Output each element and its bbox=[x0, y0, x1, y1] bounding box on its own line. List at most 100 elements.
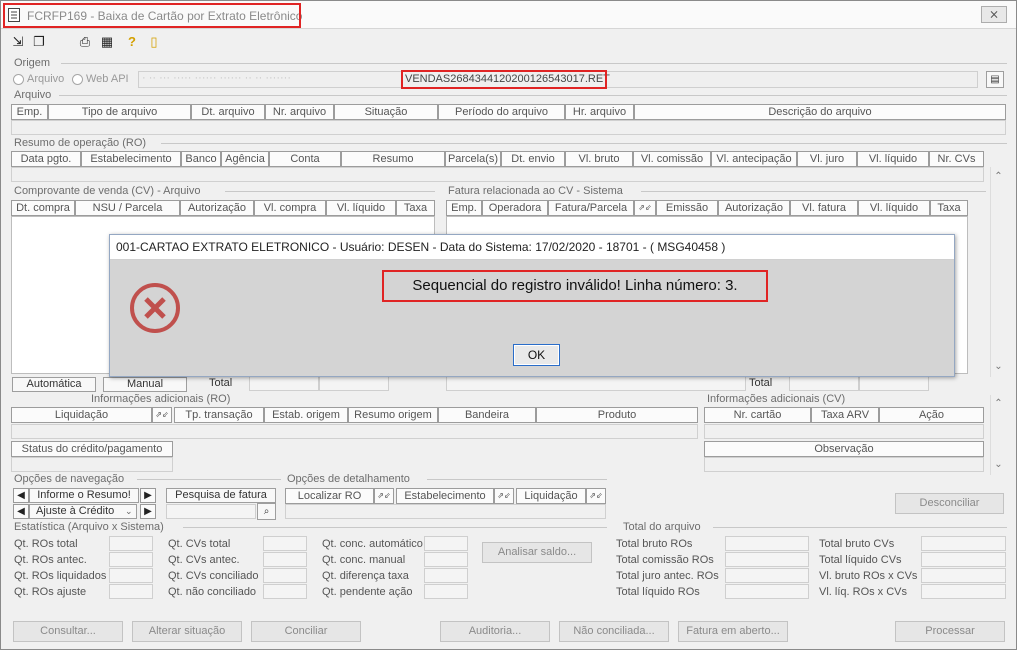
exit-door-icon[interactable]: ▯ bbox=[147, 35, 161, 49]
ro-col-data: Data pgto. bbox=[11, 151, 81, 167]
fatura-col-parcela: Fatura/Parcela bbox=[548, 200, 634, 216]
ro-col-conta: Conta bbox=[269, 151, 341, 167]
ajuste-select[interactable]: Ajuste à Crédito bbox=[29, 504, 137, 519]
ro-col-bruto: Vl. bruto bbox=[565, 151, 633, 167]
browse-file-icon[interactable]: ▤ bbox=[986, 71, 1004, 88]
ajuste-next-icon[interactable]: ▶ bbox=[140, 504, 156, 519]
chevron-down-icon[interactable]: ⌄ bbox=[125, 506, 133, 517]
grid-scrollbar[interactable] bbox=[990, 167, 1007, 377]
cv-col-dtcompra: Dt. compra bbox=[11, 200, 75, 216]
fatura-col-autorizacao: Autorização bbox=[718, 200, 790, 216]
info-ro-col-liquidacao: Liquidação bbox=[11, 407, 152, 423]
informe-resumo-field[interactable]: Informe o Resumo! bbox=[29, 488, 139, 503]
arquivo-row[interactable] bbox=[11, 120, 1006, 135]
nav-prev-icon[interactable]: ◀ bbox=[13, 488, 29, 503]
estab-sort-icon[interactable]: ⇗⇙ bbox=[494, 488, 514, 504]
total-c1-0: Total bruto ROs bbox=[616, 538, 693, 550]
print-icon[interactable]: ⎙ bbox=[78, 35, 92, 49]
copy-icon[interactable]: ❐ bbox=[32, 35, 46, 49]
ro-col-liquido: Vl. líquido bbox=[857, 151, 929, 167]
radio-arquivo[interactable] bbox=[13, 74, 24, 85]
info-cv-col-taxa: Taxa ARV bbox=[811, 407, 879, 423]
cv-col-taxa: Taxa bbox=[396, 200, 435, 216]
total-c1-2-value bbox=[725, 568, 809, 583]
info-cv-label: Informações adicionais (CV) bbox=[707, 393, 846, 405]
fatura-total-label: Total bbox=[749, 377, 773, 389]
ro-row[interactable] bbox=[11, 167, 984, 182]
info-cv-row[interactable] bbox=[704, 424, 984, 439]
total-c1-1: Total comissão ROs bbox=[616, 554, 714, 566]
search-icon[interactable]: ⌕ bbox=[257, 503, 276, 520]
manual-button[interactable]: Manual bbox=[103, 377, 187, 392]
cv-col-nsu: NSU / Parcela bbox=[75, 200, 180, 216]
cv-label: Comprovante de venda (CV) - Arquivo bbox=[14, 185, 201, 197]
localizar-sort-icon[interactable]: ⇗⇙ bbox=[374, 488, 394, 504]
fatura-total-fatura bbox=[789, 376, 859, 391]
estat-c1-2-value bbox=[109, 568, 153, 583]
estat-c1-1: Qt. ROs antec. bbox=[14, 554, 87, 566]
arquivo-col-tipo: Tipo de arquivo bbox=[48, 104, 191, 120]
detalhe-sort-icon[interactable]: ⇗⇙ bbox=[586, 488, 606, 504]
nav-label: Opções de navegação bbox=[14, 473, 125, 485]
observacao-value bbox=[704, 457, 984, 472]
estat-c2-3-value bbox=[263, 584, 307, 599]
scroll-down-icon[interactable]: ⌄ bbox=[991, 361, 1006, 372]
title-highlight bbox=[3, 3, 301, 28]
cv-total-label: Total bbox=[209, 377, 233, 389]
fatura-col-vlfatura: Vl. fatura bbox=[790, 200, 858, 216]
ro-col-nrcvs: Nr. CVs bbox=[929, 151, 984, 167]
estat-c3-1: Qt. conc. manual bbox=[322, 554, 406, 566]
estat-c1-1-value bbox=[109, 552, 153, 567]
conciliar-button[interactable]: Conciliar bbox=[251, 621, 361, 642]
total-c1-1-value bbox=[725, 552, 809, 567]
estat-c3-3-value bbox=[424, 584, 468, 599]
analisar-saldo-button[interactable]: Analisar saldo... bbox=[482, 542, 592, 563]
info-scroll-down-icon[interactable]: ⌄ bbox=[991, 459, 1006, 470]
pesquisa-fatura-button[interactable]: Pesquisa de fatura bbox=[166, 488, 276, 503]
nav-next-icon[interactable]: ▶ bbox=[140, 488, 156, 503]
estat-c3-2-value bbox=[424, 568, 468, 583]
fatura-col-vlliquido: Vl. líquido bbox=[858, 200, 930, 216]
fatura-sort-icon[interactable]: ⇗⇙ bbox=[634, 200, 656, 216]
ro-col-parcelas: Parcela(s) bbox=[445, 151, 501, 167]
ajuste-prev-icon[interactable]: ◀ bbox=[13, 504, 29, 519]
detalhe-row[interactable] bbox=[285, 504, 606, 519]
close-button[interactable]: ⨯ bbox=[981, 6, 1007, 23]
ro-col-juro: Vl. juro bbox=[797, 151, 857, 167]
detalhe-col-localizar: Localizar RO bbox=[285, 488, 374, 504]
nao-conciliada-button[interactable]: Não conciliada... bbox=[559, 621, 669, 642]
arrow-in-icon[interactable]: ⇲ bbox=[11, 35, 25, 49]
fatura-aberto-button[interactable]: Fatura em aberto... bbox=[678, 621, 788, 642]
estat-c1-2: Qt. ROs liquidados bbox=[14, 570, 107, 582]
ok-button[interactable]: OK bbox=[513, 344, 560, 366]
status-credito-header: Status do crédito/pagamento bbox=[11, 441, 173, 457]
help-icon[interactable]: ? bbox=[125, 35, 139, 49]
estat-c1-3-value bbox=[109, 584, 153, 599]
estat-c3-0: Qt. conc. automático bbox=[322, 538, 423, 550]
pesquisa-fatura-input[interactable] bbox=[166, 504, 256, 519]
auditoria-button[interactable]: Auditoria... bbox=[440, 621, 550, 642]
fatura-col-taxa: Taxa bbox=[930, 200, 968, 216]
cv-col-vlcompra: Vl. compra bbox=[254, 200, 326, 216]
radio-web-api[interactable] bbox=[72, 74, 83, 85]
info-scroll-up-icon[interactable]: ⌃ bbox=[991, 398, 1006, 409]
dialog-message: Sequencial do registro inválido! Linha n… bbox=[382, 270, 768, 302]
processar-button[interactable]: Processar bbox=[895, 621, 1005, 642]
automatica-button[interactable]: Automática bbox=[12, 377, 96, 392]
alterar-situacao-button[interactable]: Alterar situação bbox=[132, 621, 242, 642]
scroll-up-icon[interactable]: ⌃ bbox=[991, 171, 1006, 182]
ro-col-comissao: Vl. comissão bbox=[633, 151, 711, 167]
liquidacao-sort-icon[interactable]: ⇗⇙ bbox=[152, 407, 172, 423]
estat-c2-1-value bbox=[263, 552, 307, 567]
ro-col-agencia: Agência bbox=[221, 151, 269, 167]
consultar-button[interactable]: Consultar... bbox=[13, 621, 123, 642]
calculator-icon[interactable]: ▦ bbox=[100, 35, 114, 49]
desconciliar-button[interactable]: Desconciliar bbox=[895, 493, 1004, 514]
cv-total-compra bbox=[249, 376, 319, 391]
info-ro-row[interactable] bbox=[11, 424, 698, 439]
info-ro-col-bandeira: Bandeira bbox=[438, 407, 536, 423]
total-c1-0-value bbox=[725, 536, 809, 551]
arquivo-col-nr: Nr. arquivo bbox=[265, 104, 334, 120]
error-dialog: 001-CARTAO EXTRATO ELETRONICO - Usuário:… bbox=[109, 234, 955, 377]
estat-c3-1-value bbox=[424, 552, 468, 567]
